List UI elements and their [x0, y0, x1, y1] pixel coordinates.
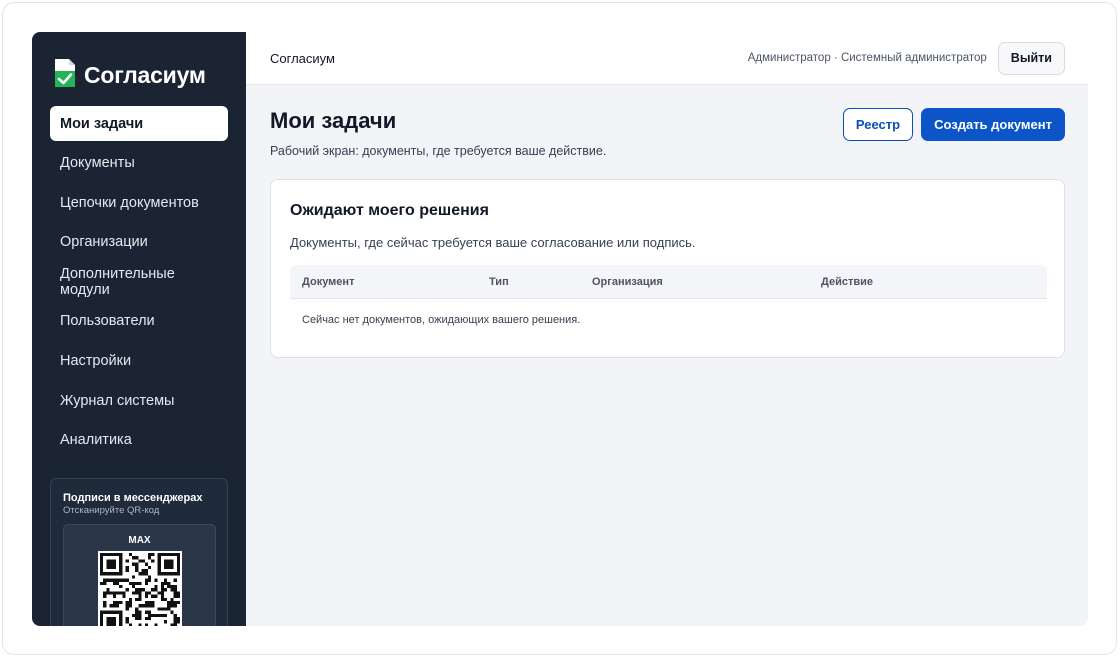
sidebar-item-documents[interactable]: Документы	[50, 146, 228, 181]
table-empty-row: Сейчас нет документов, ожидающих вашего …	[290, 299, 1047, 339]
card-title: Ожидают моего решения	[290, 202, 489, 219]
table-header: Документ Тип Организация Действие	[290, 265, 1047, 299]
page-header: Мои задачи Рабочий экран: документы, где…	[270, 108, 606, 158]
column-header-action[interactable]: Действие	[821, 276, 873, 288]
create-document-button[interactable]: Создать документ	[921, 108, 1065, 141]
sidebar-item-modules[interactable]: Дополнительные модули	[50, 264, 228, 299]
sidebar-item-organizations[interactable]: Организации	[50, 225, 228, 260]
sidebar-nav: Мои задачи Документы Цепочки документов …	[50, 106, 228, 462]
page-subtitle: Рабочий экран: документы, где требуется …	[270, 144, 607, 158]
qr-label: MAX	[128, 535, 151, 546]
empty-state-text: Сейчас нет документов, ожидающих вашего …	[302, 314, 581, 326]
qr-code-icon	[100, 553, 180, 626]
registry-button[interactable]: Реестр	[842, 108, 914, 141]
qr-code	[98, 551, 182, 626]
topbar-user-area: Администратор · Системный администратор …	[747, 41, 1065, 75]
sidebar-item-my-tasks[interactable]: Мои задачи	[50, 106, 228, 141]
brand-name: Согласиум	[84, 62, 206, 88]
promo-title: Подписи в мессенджерах	[63, 492, 203, 504]
sidebar-item-document-chains[interactable]: Цепочки документов	[50, 185, 228, 220]
qr-card[interactable]: MAX	[63, 524, 216, 626]
column-header-type[interactable]: Тип	[489, 276, 509, 288]
page-actions: Реестр Создать документ	[842, 108, 1065, 141]
documents-table: Документ Тип Организация Действие Сейчас…	[290, 265, 1047, 339]
app-window: Согласиум Мои задачи Документы Цепочки д…	[32, 32, 1088, 626]
main-area: Согласиум Администратор · Системный адми…	[246, 32, 1088, 626]
sidebar-item-settings[interactable]: Настройки	[50, 344, 228, 379]
document-check-icon	[55, 58, 75, 87]
sidebar-item-analytics[interactable]: Аналитика	[50, 423, 228, 458]
column-header-organization[interactable]: Организация	[592, 276, 663, 288]
brand-logo[interactable]: Согласиум	[54, 56, 206, 89]
topbar: Согласиум Администратор · Системный адми…	[246, 32, 1088, 85]
promo-subtitle: Отсканируйте QR-код	[63, 505, 160, 516]
sidebar-item-system-log[interactable]: Журнал системы	[50, 383, 228, 418]
sidebar: Согласиум Мои задачи Документы Цепочки д…	[32, 32, 246, 626]
topbar-title: Согласиум	[270, 50, 335, 66]
user-info: Администратор · Системный администратор	[747, 52, 987, 64]
pending-decisions-card: Ожидают моего решения Документы, где сей…	[270, 179, 1065, 358]
page-title: Мои задачи	[270, 108, 397, 133]
column-header-document[interactable]: Документ	[302, 276, 354, 288]
sidebar-item-users[interactable]: Пользователи	[50, 304, 228, 339]
logout-button[interactable]: Выйти	[997, 41, 1065, 75]
messenger-promo: Подписи в мессенджерах Отсканируйте QR-к…	[50, 478, 228, 626]
card-description: Документы, где сейчас требуется ваше сог…	[290, 235, 696, 250]
